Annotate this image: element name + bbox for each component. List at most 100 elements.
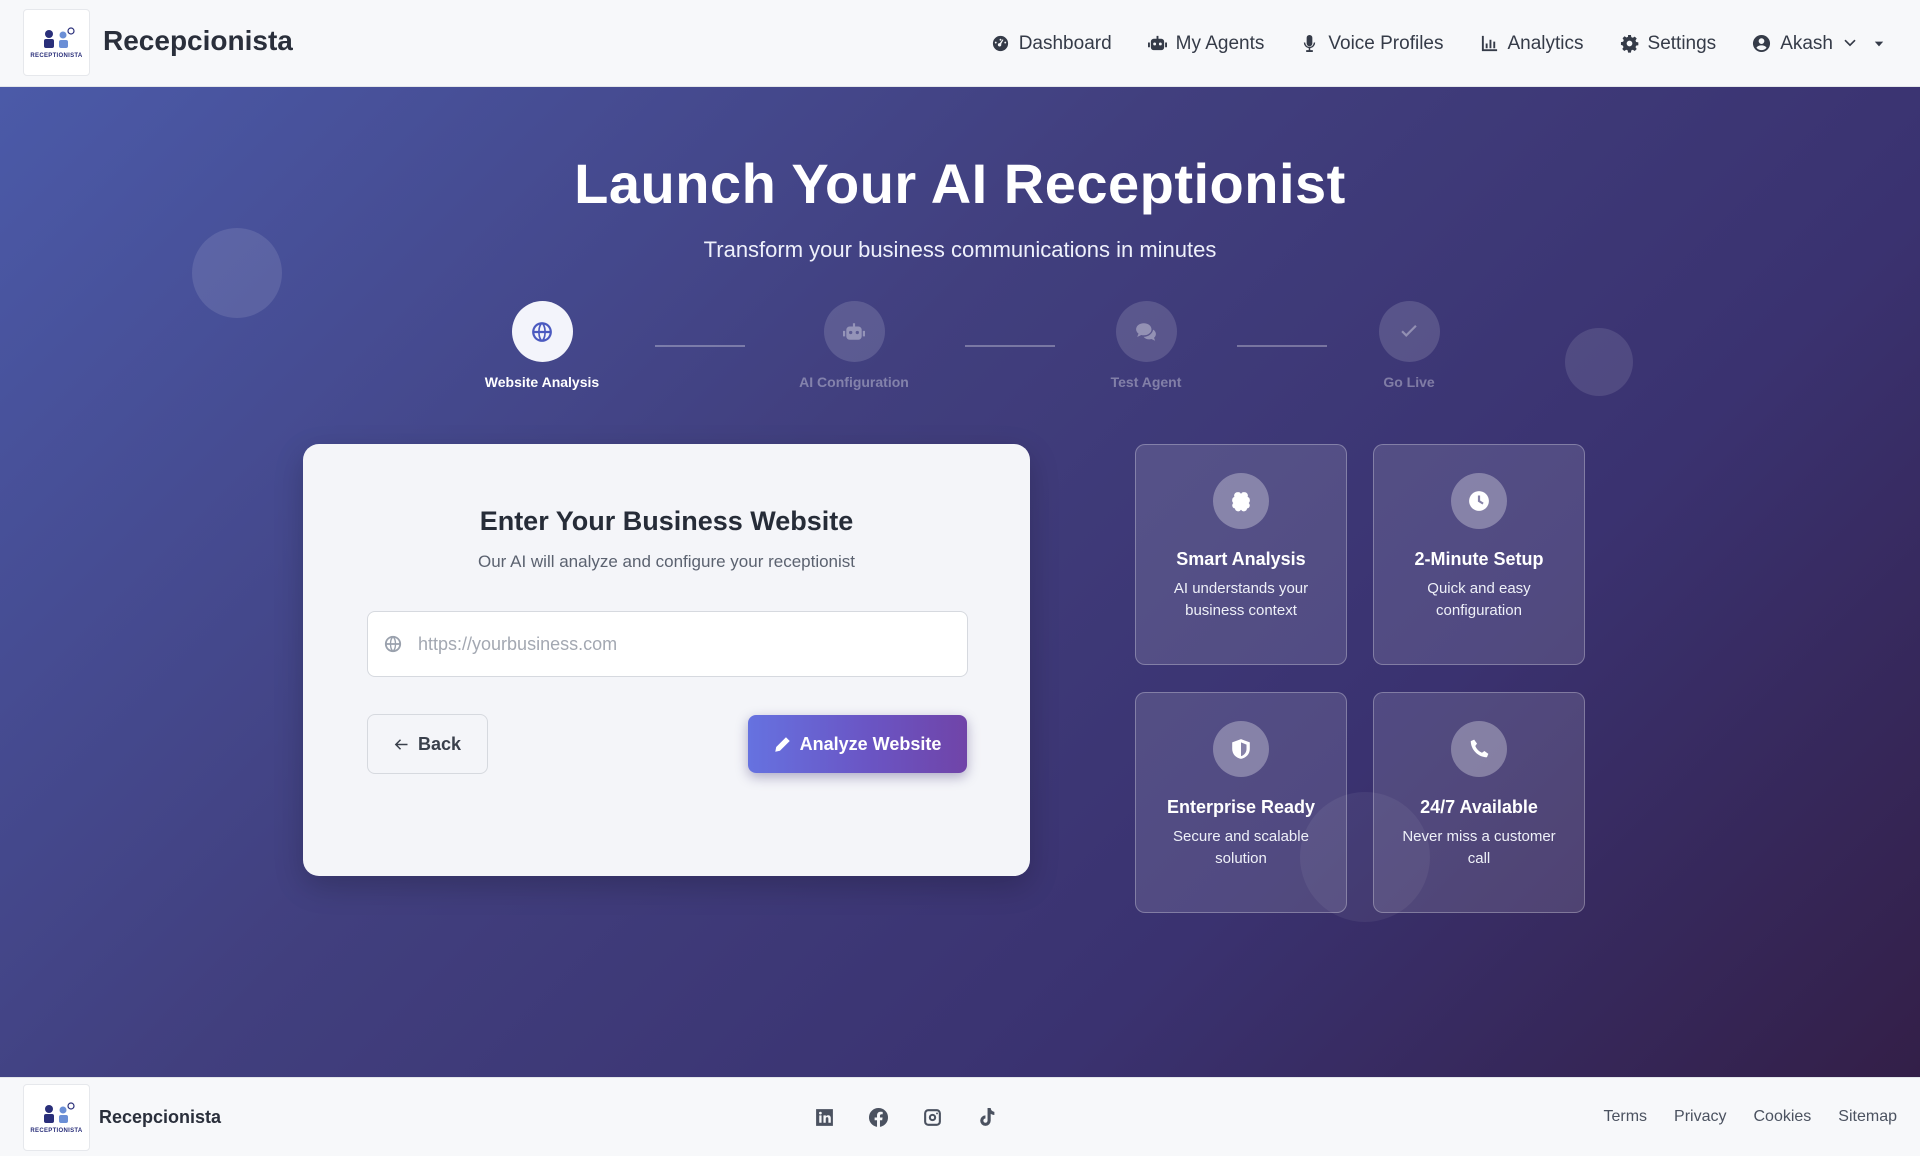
instagram-icon bbox=[924, 1109, 941, 1126]
step-label: Website Analysis bbox=[484, 374, 600, 390]
hero-title: Launch Your AI Receptionist bbox=[574, 152, 1346, 215]
feature-smart-analysis: Smart Analysis AI understands your busin… bbox=[1135, 444, 1347, 665]
tiktok-link[interactable] bbox=[975, 1106, 998, 1129]
logo-text: RECEPTIONISTA bbox=[30, 1128, 83, 1134]
sitemap-link[interactable]: Sitemap bbox=[1838, 1108, 1897, 1126]
chat-icon bbox=[1136, 322, 1156, 341]
website-url-field[interactable] bbox=[367, 611, 968, 677]
website-form-card: Enter Your Business Website Our AI will … bbox=[303, 444, 1030, 876]
step-test-agent[interactable]: Test Agent bbox=[1066, 301, 1226, 390]
user-name: Akash bbox=[1780, 32, 1833, 54]
step-circle bbox=[1378, 301, 1440, 362]
nav-voice-profiles[interactable]: Voice Profiles bbox=[1300, 32, 1444, 55]
decorative-bubble bbox=[1565, 328, 1633, 396]
nav-dashboard-label: Dashboard bbox=[1018, 32, 1112, 54]
microphone-icon bbox=[1304, 34, 1316, 53]
top-navbar: RECEPTIONISTA Recepcionista Dashboard My… bbox=[0, 0, 1920, 87]
footer-brand: Recepcionista bbox=[99, 1107, 222, 1127]
privacy-link[interactable]: Privacy bbox=[1674, 1108, 1726, 1126]
caret-down-icon bbox=[1874, 41, 1884, 46]
step-go-live[interactable]: Go Live bbox=[1329, 301, 1489, 390]
globe-icon bbox=[532, 321, 552, 342]
linkedin-link[interactable] bbox=[813, 1106, 836, 1129]
logo-icon bbox=[37, 1101, 77, 1125]
step-ai-configuration[interactable]: AI Configuration bbox=[774, 301, 934, 390]
nav-analytics-label: Analytics bbox=[1507, 32, 1584, 54]
nav-my-agents-label: My Agents bbox=[1175, 32, 1265, 54]
feature-title: 24/7 Available bbox=[1420, 797, 1538, 817]
feature-description: Never miss a customer call bbox=[1402, 828, 1556, 867]
website-url-input[interactable] bbox=[418, 633, 938, 655]
analyze-website-button[interactable]: Analyze Website bbox=[748, 715, 967, 773]
analyze-button-label: Analyze Website bbox=[799, 733, 942, 754]
check-icon bbox=[1401, 324, 1417, 337]
feature-enterprise-ready: Enterprise Ready Secure and scalable sol… bbox=[1135, 692, 1347, 913]
chart-icon bbox=[1481, 35, 1497, 52]
step-website-analysis[interactable]: Website Analysis bbox=[462, 301, 622, 390]
nav-my-agents[interactable]: My Agents bbox=[1147, 32, 1265, 55]
step-circle bbox=[823, 301, 885, 362]
gear-icon bbox=[1620, 34, 1638, 53]
step-label: Test Agent bbox=[1110, 374, 1182, 390]
feature-title: Enterprise Ready bbox=[1166, 797, 1316, 817]
cookies-link[interactable]: Cookies bbox=[1753, 1108, 1811, 1126]
robot-icon bbox=[843, 322, 865, 340]
form-subtitle: Our AI will analyze and configure your r… bbox=[477, 552, 856, 571]
nav-dashboard[interactable]: Dashboard bbox=[991, 33, 1112, 55]
feature-2-minute-setup: 2-Minute Setup Quick and easy configurat… bbox=[1373, 444, 1585, 665]
terms-link[interactable]: Terms bbox=[1603, 1108, 1647, 1126]
feature-description: AI understands your business context bbox=[1173, 580, 1309, 619]
chevron-down-icon bbox=[1844, 39, 1856, 46]
phone-icon bbox=[1470, 739, 1489, 758]
hero-subtitle: Transform your business communications i… bbox=[703, 237, 1217, 262]
form-title: Enter Your Business Website bbox=[479, 506, 854, 536]
hero-section: Launch Your AI Receptionist Transform yo… bbox=[0, 87, 1920, 1077]
instagram-link[interactable] bbox=[921, 1106, 944, 1129]
logo[interactable]: RECEPTIONISTA bbox=[23, 9, 90, 76]
back-button[interactable]: Back bbox=[367, 714, 488, 774]
main-nav: Dashboard My Agents Voice Profiles Analy… bbox=[955, 0, 1885, 87]
step-circle bbox=[511, 301, 573, 362]
feature-icon-wrap bbox=[1451, 721, 1507, 777]
feature-title: Smart Analysis bbox=[1176, 549, 1306, 569]
user-circle-icon bbox=[1753, 34, 1771, 53]
arrow-left-icon bbox=[394, 738, 408, 750]
step-connector bbox=[965, 345, 1055, 347]
feature-icon-wrap bbox=[1213, 721, 1269, 777]
feature-description: Quick and easy configuration bbox=[1427, 580, 1531, 619]
logo-icon bbox=[37, 26, 77, 50]
social-links bbox=[813, 1106, 998, 1129]
user-menu[interactable]: Akash bbox=[1752, 33, 1885, 55]
back-button-label: Back bbox=[417, 733, 462, 754]
facebook-link[interactable] bbox=[867, 1106, 890, 1129]
facebook-icon bbox=[868, 1108, 889, 1127]
step-connector bbox=[1237, 345, 1327, 347]
shield-icon bbox=[1232, 739, 1250, 759]
dashboard-icon bbox=[992, 35, 1008, 52]
step-label: Go Live bbox=[1383, 374, 1435, 390]
nav-settings-label: Settings bbox=[1647, 32, 1717, 54]
nav-voice-profiles-label: Voice Profiles bbox=[1328, 32, 1444, 54]
footer-logo[interactable]: RECEPTIONISTA bbox=[23, 1084, 90, 1151]
footer: RECEPTIONISTA Recepcionista Terms Privac… bbox=[0, 1077, 1920, 1156]
logo-text: RECEPTIONISTA bbox=[30, 53, 83, 59]
robot-icon bbox=[1147, 35, 1167, 51]
step-connector bbox=[655, 345, 745, 347]
linkedin-icon bbox=[816, 1109, 833, 1126]
brand-name[interactable]: Recepcionista bbox=[103, 25, 293, 57]
step-label: AI Configuration bbox=[799, 374, 909, 390]
tiktok-icon bbox=[980, 1108, 995, 1126]
feature-title: 2-Minute Setup bbox=[1414, 549, 1544, 569]
footer-links: Terms Privacy Cookies Sitemap bbox=[1603, 1108, 1897, 1126]
feature-24-7-available: 24/7 Available Never miss a customer cal… bbox=[1373, 692, 1585, 913]
feature-icon-wrap bbox=[1213, 473, 1269, 529]
step-circle bbox=[1115, 301, 1177, 362]
feature-icon-wrap bbox=[1451, 473, 1507, 529]
feature-description: Secure and scalable solution bbox=[1173, 828, 1309, 867]
brain-icon bbox=[1232, 492, 1250, 512]
clock-icon bbox=[1469, 491, 1489, 511]
nav-settings[interactable]: Settings bbox=[1620, 32, 1717, 55]
globe-icon bbox=[384, 635, 402, 653]
pencil-icon bbox=[774, 736, 790, 752]
nav-analytics[interactable]: Analytics bbox=[1480, 33, 1584, 55]
